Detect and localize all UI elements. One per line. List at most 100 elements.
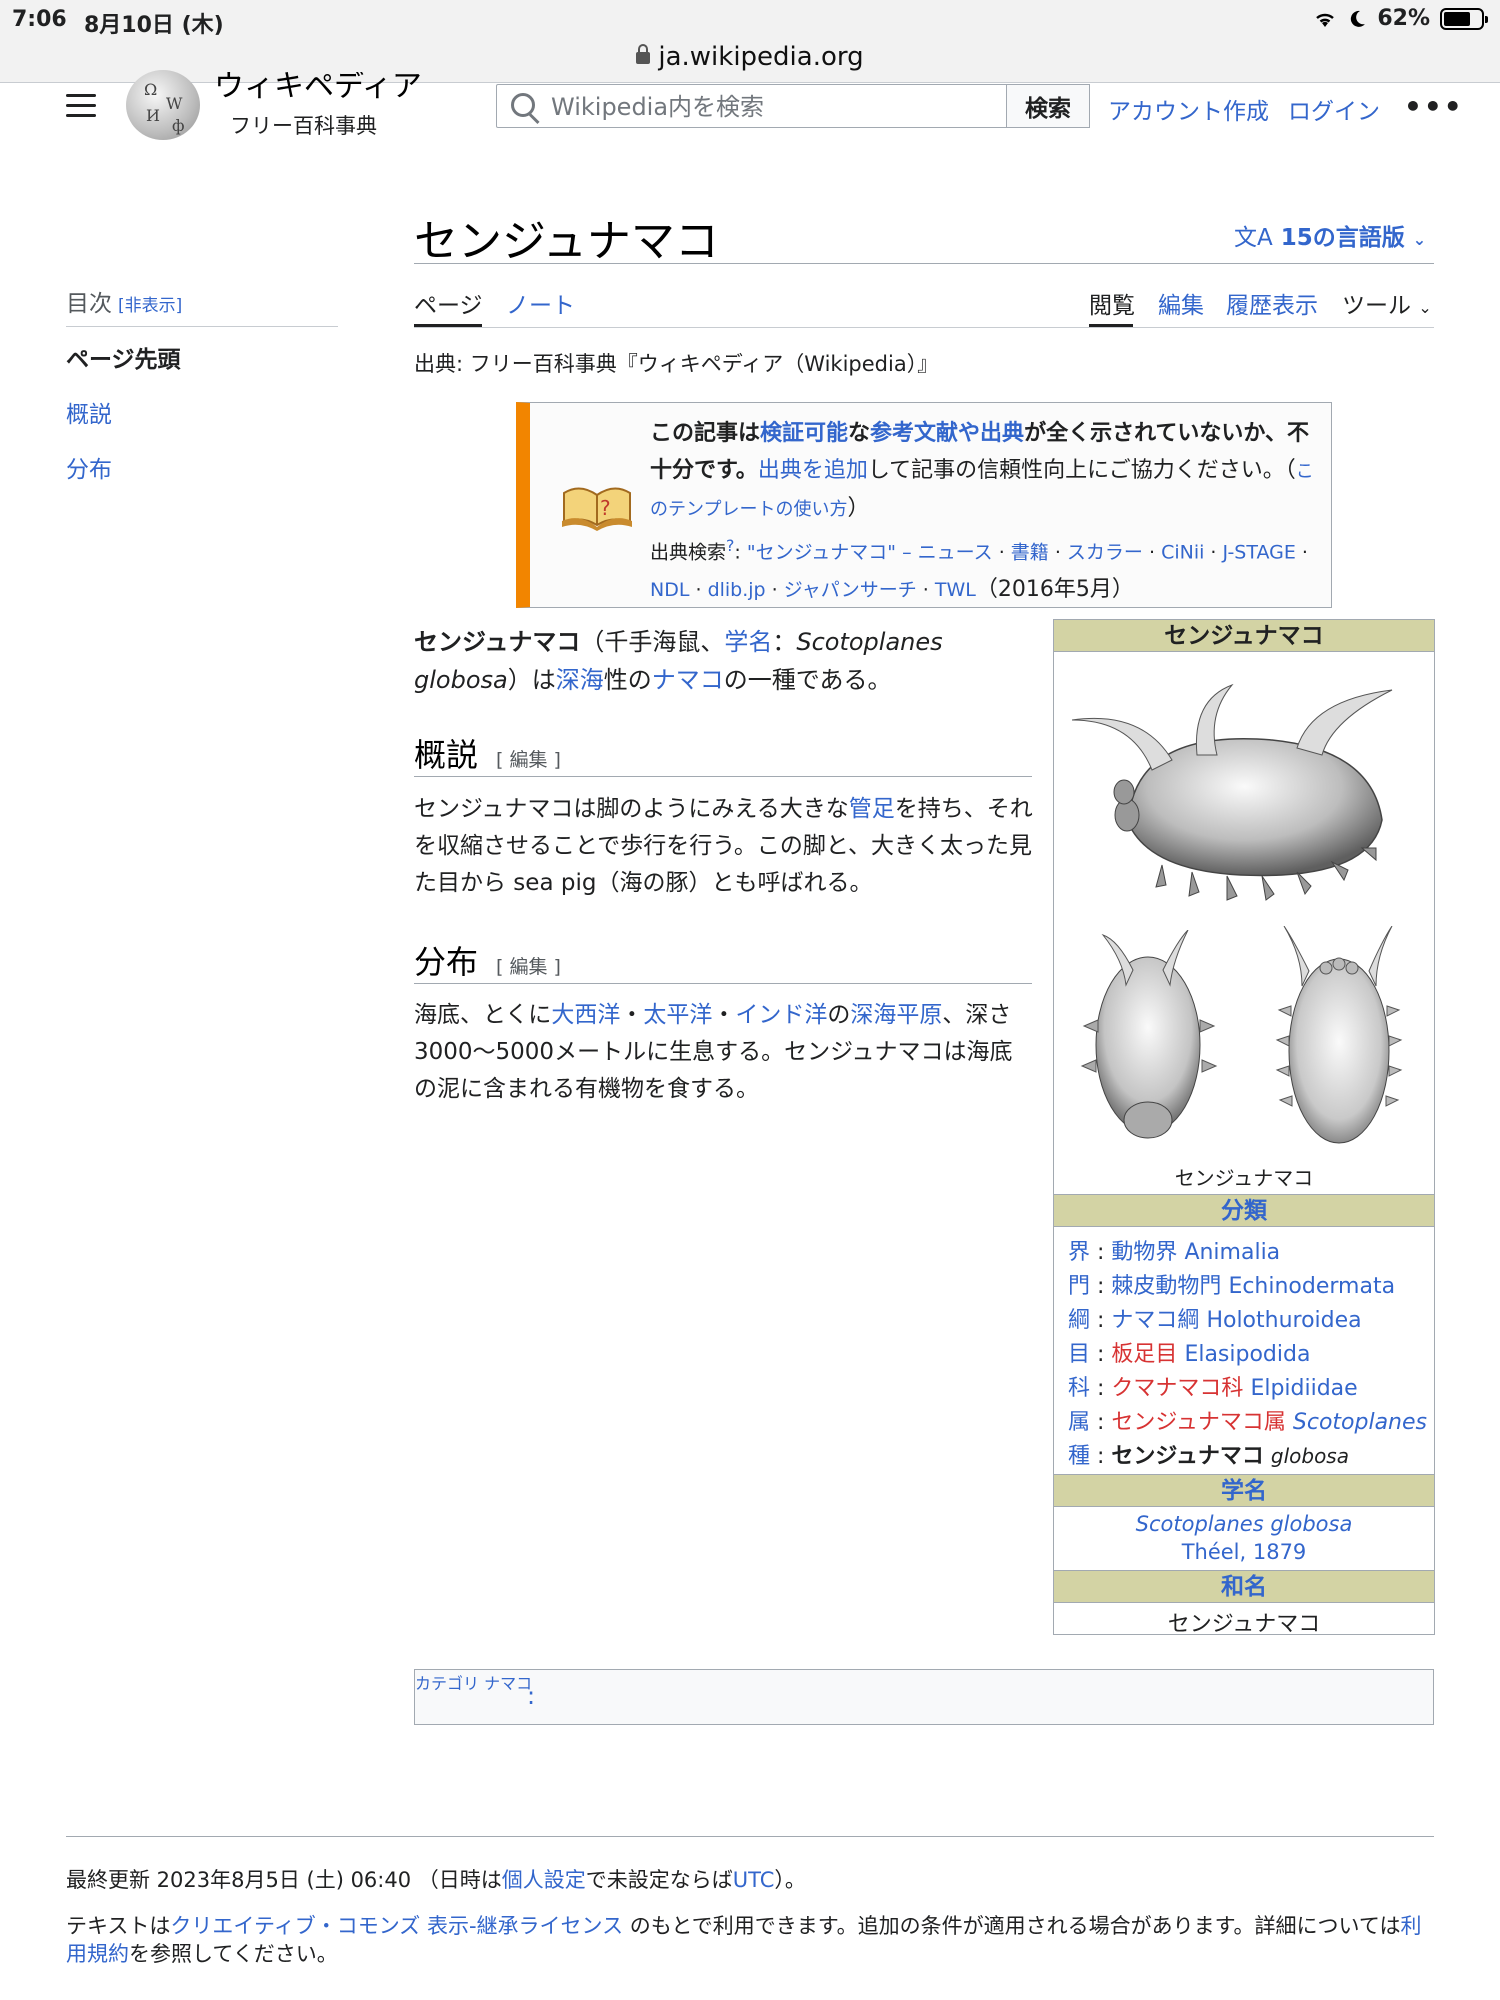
taxon-name-link[interactable]: 動物界 [1111, 1240, 1177, 1265]
preferences-link[interactable]: 個人設定 [502, 1868, 586, 1892]
search-dlib-link[interactable]: dlib.jp [708, 579, 766, 601]
edit-section-distribution-link[interactable]: [ 編集 ] [496, 956, 561, 978]
taxon-latin-link[interactable]: Elpidiidae [1250, 1376, 1357, 1401]
category-item-namako[interactable]: ナマコ [484, 1674, 532, 1693]
url-display[interactable]: ja.wikipedia.org [0, 42, 1500, 72]
tab-tools[interactable]: ツール ⌄ [1342, 286, 1432, 320]
verifiable-link[interactable]: 検証可能 [760, 421, 848, 446]
more-options-icon[interactable]: ••• [1404, 90, 1464, 123]
main-menu-icon[interactable] [66, 94, 96, 118]
wordmark[interactable]: ウィキペディア [214, 72, 422, 108]
taxon-rank-link[interactable]: 目 [1068, 1342, 1090, 1367]
search-button[interactable]: 検索 [1006, 84, 1090, 128]
status-icons: 62% [1313, 6, 1488, 31]
scientific-name-link[interactable]: 学名 [724, 628, 772, 656]
wikipedia-globe-logo[interactable]: ΩWИф [126, 70, 200, 140]
taxon-name-link[interactable]: 棘皮動物門 [1111, 1274, 1221, 1299]
license-suffix: を参照してください。 [129, 1942, 338, 1966]
search-box[interactable] [496, 84, 1090, 128]
search-cinii-link[interactable]: CiNii [1161, 541, 1204, 563]
sciname-link[interactable]: Scotoplanes globosa [1136, 1512, 1353, 1536]
lead-text-4: 性の [603, 666, 652, 694]
taxon-rank-link[interactable]: 属 [1068, 1410, 1090, 1435]
sea-cucumber-link[interactable]: ナマコ [652, 666, 724, 694]
references-link[interactable]: 参考文献や出典 [870, 421, 1024, 446]
language-button[interactable]: 文A 15の言語版 ⌄ [1234, 218, 1426, 252]
japname-header[interactable]: 和名 [1054, 1570, 1434, 1603]
taxon-name-redlink[interactable]: 板足目 [1111, 1342, 1177, 1367]
author-link[interactable]: Théel [1182, 1540, 1240, 1564]
cc-license-link[interactable]: クリエイティブ・コモンズ 表示-継承ライセンス [170, 1914, 623, 1938]
abyssal-plain-link[interactable]: 深海平原 [850, 1002, 942, 1028]
category-box: カテゴリ : ナマコ [414, 1669, 1434, 1725]
tab-edit[interactable]: 編集 [1158, 286, 1204, 320]
taxon-name-redlink[interactable]: クマナマコ科 [1111, 1376, 1243, 1401]
section-rule [414, 776, 1032, 777]
sciname-header[interactable]: 学名 [1054, 1474, 1434, 1507]
tab-read[interactable]: 閲覧 [1089, 286, 1135, 320]
tab-tools-label: ツール [1342, 293, 1411, 319]
classification-header[interactable]: 分類 [1054, 1194, 1434, 1227]
create-account-link[interactable]: アカウント作成 [1108, 92, 1269, 126]
toc-item-distribution[interactable]: 分布 [66, 450, 112, 484]
lead-bold-title: センジュナマコ [414, 628, 581, 656]
edit-section-overview-link[interactable]: [ 編集 ] [496, 749, 561, 771]
lead-text-5: の一種である。 [723, 666, 892, 694]
search-jstage-link[interactable]: J-STAGE [1223, 541, 1296, 563]
taxon-latin-link[interactable]: Animalia [1184, 1240, 1280, 1265]
japname-value: センジュナマコ [1167, 1612, 1321, 1637]
tab-talk[interactable]: ノート [506, 286, 575, 320]
taxon-name-redlink[interactable]: センジュナマコ属 [1111, 1410, 1285, 1435]
atlantic-link[interactable]: 大西洋 [551, 1002, 620, 1028]
search-japansearch-link[interactable]: ジャパンサーチ [784, 579, 917, 601]
utc-link[interactable]: UTC [733, 1868, 775, 1892]
toc-item-overview[interactable]: 概説 [66, 395, 112, 429]
source-line: 出典: フリー百科事典『ウィキペディア（Wikipedia）』 [414, 352, 939, 376]
japname-header-link[interactable]: 和名 [1221, 1574, 1267, 1600]
sea-pig-top-illustration[interactable] [1078, 930, 1228, 1150]
taxon-rank-link[interactable]: 科 [1068, 1376, 1090, 1401]
taxon-latin-link[interactable]: Echinodermata [1228, 1274, 1395, 1299]
search-scholar-link[interactable]: スカラー [1067, 541, 1143, 563]
taxon-rank-link[interactable]: 種 [1068, 1444, 1090, 1469]
search-books-link[interactable]: 書籍 [1011, 541, 1049, 563]
license-mid: のもとで利用できます。追加の条件が適用される場合があります。詳細については [623, 1914, 1401, 1938]
search-ndl-link[interactable]: NDL [650, 579, 689, 601]
indian-ocean-link[interactable]: インド洋 [735, 1002, 827, 1028]
search-input[interactable] [549, 89, 1073, 125]
source-search-line: 出典検索?: "センジュナマコ" – ニュース · 書籍 · スカラー · Ci… [650, 536, 1308, 603]
add-citation-link[interactable]: 出典を追加 [758, 458, 868, 483]
taxon-rank-link[interactable]: 綱 [1068, 1308, 1090, 1333]
sciname-header-link[interactable]: 学名 [1221, 1478, 1267, 1504]
section-rule [414, 983, 1032, 984]
translate-icon: 文A [1234, 225, 1273, 251]
classification-link[interactable]: 分類 [1221, 1198, 1267, 1224]
section-heading-distribution: 分布 [ 編集 ] [414, 937, 561, 983]
search-news-link[interactable]: "センジュナマコ" – ニュース [747, 541, 993, 563]
toc-title: 目次 [非表示] [66, 284, 182, 318]
sea-pig-side-illustration[interactable] [1072, 680, 1418, 920]
tab-history[interactable]: 履歴表示 [1226, 286, 1318, 320]
taxon-rank-link[interactable]: 界 [1068, 1240, 1090, 1265]
categories-link[interactable]: カテゴリ [415, 1674, 479, 1693]
tab-page[interactable]: ページ [414, 286, 483, 320]
search-twl-link[interactable]: TWL [935, 579, 976, 601]
login-link[interactable]: ログイン [1288, 92, 1380, 126]
toc-hide-link[interactable]: [非表示] [118, 296, 182, 316]
ambox-message: この記事は検証可能な参考文献や出典が全く示されていないか、不十分です。出典を追加… [650, 415, 1326, 528]
taxon-latin-link[interactable]: Holothuroidea [1206, 1308, 1361, 1333]
wifi-icon [1316, 13, 1335, 27]
date: 8月10日 (木) [84, 13, 224, 38]
pacific-link[interactable]: 太平洋 [643, 1002, 712, 1028]
taxon-latin-link[interactable]: Scotoplanes [1293, 1410, 1427, 1435]
sea-pig-bottom-illustration[interactable] [1264, 926, 1414, 1150]
taxon-row-family: 科 : クマナマコ科 Elpidiidae [1068, 1376, 1358, 1401]
tabs-rule [414, 327, 1434, 328]
status-bar: 7:06 8月10日 (木) 62% [0, 0, 1500, 40]
tube-feet-link[interactable]: 管足 [849, 796, 895, 822]
taxon-rank-link[interactable]: 門 [1068, 1274, 1090, 1299]
taxon-name-link[interactable]: ナマコ綱 [1111, 1308, 1199, 1333]
taxon-latin-link[interactable]: Elasipodida [1184, 1342, 1310, 1367]
toc-item-top[interactable]: ページ先頭 [66, 340, 181, 374]
deep-sea-link[interactable]: 深海 [556, 666, 604, 694]
